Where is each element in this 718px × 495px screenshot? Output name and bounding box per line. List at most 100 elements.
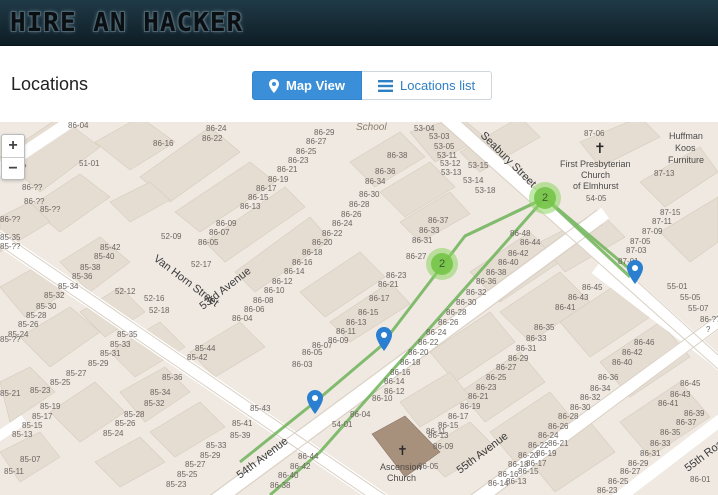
svg-text:86-29: 86-29 — [508, 354, 529, 363]
zoom-in-button[interactable]: + — [2, 135, 24, 157]
svg-text:86-26: 86-26 — [341, 210, 362, 219]
svg-text:86-11: 86-11 — [336, 327, 356, 336]
svg-text:86-31: 86-31 — [412, 236, 433, 245]
svg-text:86-26: 86-26 — [548, 422, 569, 431]
svg-text:85-??: 85-?? — [0, 242, 21, 251]
svg-text:86-30: 86-30 — [570, 403, 591, 412]
svg-text:86-34: 86-34 — [365, 177, 386, 186]
svg-text:53-03: 53-03 — [429, 132, 450, 141]
svg-text:53-13: 53-13 — [441, 168, 462, 177]
view-toggle: Map View Locations list — [252, 71, 493, 100]
svg-text:85-29: 85-29 — [88, 359, 109, 368]
map-pin-icon — [269, 78, 279, 93]
svg-text:86-37: 86-37 — [676, 418, 697, 427]
svg-text:86-33: 86-33 — [526, 334, 547, 343]
svg-text:87-05: 87-05 — [630, 237, 651, 246]
svg-text:86-15: 86-15 — [438, 421, 459, 430]
svg-text:85-26: 85-26 — [18, 320, 39, 329]
svg-text:86-23: 86-23 — [597, 486, 618, 495]
svg-text:86-21: 86-21 — [468, 392, 489, 401]
svg-text:86-44: 86-44 — [298, 452, 319, 461]
svg-text:85-19: 85-19 — [40, 402, 61, 411]
svg-text:86-01: 86-01 — [690, 475, 711, 484]
svg-text:86-41: 86-41 — [555, 303, 576, 312]
locations-list-button[interactable]: Locations list — [362, 71, 493, 100]
svg-text:85-42: 85-42 — [100, 243, 121, 252]
svg-text:86-25: 86-25 — [608, 477, 629, 486]
svg-text:86-29: 86-29 — [314, 128, 335, 137]
svg-text:85-29: 85-29 — [200, 451, 221, 460]
map-pin-icon[interactable] — [307, 390, 323, 414]
poi-huffman-line2: Koos — [675, 143, 696, 153]
svg-text:86-17: 86-17 — [256, 184, 277, 193]
svg-text:86-27: 86-27 — [406, 252, 427, 261]
svg-text:86-28: 86-28 — [349, 200, 370, 209]
svg-text:86-23: 86-23 — [288, 156, 309, 165]
top-navbar: HIRE AN HACKER — [0, 0, 718, 46]
svg-text:53-14: 53-14 — [463, 176, 484, 185]
svg-text:86-40: 86-40 — [612, 358, 633, 367]
svg-text:86-30: 86-30 — [359, 190, 380, 199]
svg-text:86-32: 86-32 — [466, 288, 487, 297]
map-view-button[interactable]: Map View — [252, 71, 363, 100]
svg-text:85-28: 85-28 — [26, 311, 47, 320]
zoom-out-button[interactable]: − — [2, 157, 24, 179]
svg-text:86-17: 86-17 — [448, 412, 469, 421]
svg-text:85-33: 85-33 — [110, 340, 131, 349]
svg-text:87-03: 87-03 — [626, 246, 647, 255]
svg-text:85-17: 85-17 — [32, 412, 53, 421]
svg-text:86-07: 86-07 — [209, 228, 230, 237]
svg-text:86-09: 86-09 — [433, 442, 454, 451]
svg-text:85-11: 85-11 — [4, 467, 24, 476]
svg-text:85-33: 85-33 — [206, 441, 227, 450]
svg-text:86-05: 86-05 — [198, 238, 219, 247]
svg-text:87-06: 87-06 — [584, 129, 605, 138]
svg-text:86-16: 86-16 — [292, 258, 313, 267]
svg-text:87-11: 87-11 — [652, 217, 672, 226]
svg-text:86-??: 86-?? — [700, 315, 718, 324]
svg-text:86-08: 86-08 — [253, 296, 274, 305]
svg-text:85-44: 85-44 — [195, 344, 216, 353]
poi-huffman-line1: Huffman — [669, 131, 703, 141]
svg-text:53-15: 53-15 — [468, 161, 489, 170]
poi-first-presbyterian-num: 54-05 — [586, 194, 607, 203]
svg-text:86-22: 86-22 — [322, 229, 343, 238]
svg-text:86-25: 86-25 — [486, 373, 507, 382]
cluster-marker[interactable]: 2 — [426, 248, 458, 280]
svg-text:85-27: 85-27 — [185, 460, 206, 469]
svg-text:86-23: 86-23 — [386, 271, 407, 280]
poi-ascension-line1: Ascension — [380, 462, 422, 472]
svg-text:53-12: 53-12 — [440, 159, 461, 168]
svg-text:86-35: 86-35 — [660, 428, 681, 437]
svg-text:85-32: 85-32 — [44, 291, 65, 300]
svg-text:86-13: 86-13 — [428, 431, 449, 440]
svg-text:86-30: 86-30 — [456, 298, 477, 307]
svg-text:87-09: 87-09 — [642, 227, 663, 236]
svg-text:86-14: 86-14 — [384, 377, 405, 386]
poi-ascension-line2: Church — [387, 473, 416, 483]
map-canvas[interactable]: 86-04 86-24 86-22 86-16 53-04 53-03 53-05 8… — [0, 122, 718, 495]
svg-text:86-16: 86-16 — [390, 368, 411, 377]
svg-text:86-28: 86-28 — [446, 308, 467, 317]
svg-text:86-45: 86-45 — [680, 379, 701, 388]
page-title: Locations — [11, 74, 89, 94]
svg-text:85-26: 85-26 — [115, 419, 136, 428]
svg-text:86-25: 86-25 — [296, 147, 317, 156]
site-logo[interactable]: HIRE AN HACKER — [10, 8, 243, 38]
svg-text:85-25: 85-25 — [50, 378, 71, 387]
map-pin-icon[interactable] — [627, 260, 643, 284]
svg-text:85-24: 85-24 — [103, 429, 124, 438]
map-pin-icon[interactable] — [376, 327, 392, 351]
svg-text:86-28: 86-28 — [558, 412, 579, 421]
svg-text:53-18: 53-18 — [475, 186, 496, 195]
cluster-marker[interactable]: 2 — [529, 182, 561, 214]
svg-text:86-35: 86-35 — [534, 323, 555, 332]
svg-text:86-10: 86-10 — [264, 286, 285, 295]
svg-text:86-48: 86-48 — [510, 229, 531, 238]
svg-text:86-17: 86-17 — [369, 294, 390, 303]
svg-text:85-40: 85-40 — [94, 252, 115, 261]
svg-text:86-13: 86-13 — [506, 477, 527, 486]
svg-text:86-36: 86-36 — [375, 167, 396, 176]
svg-text:86-40: 86-40 — [278, 471, 299, 480]
svg-text:86-31: 86-31 — [516, 344, 537, 353]
